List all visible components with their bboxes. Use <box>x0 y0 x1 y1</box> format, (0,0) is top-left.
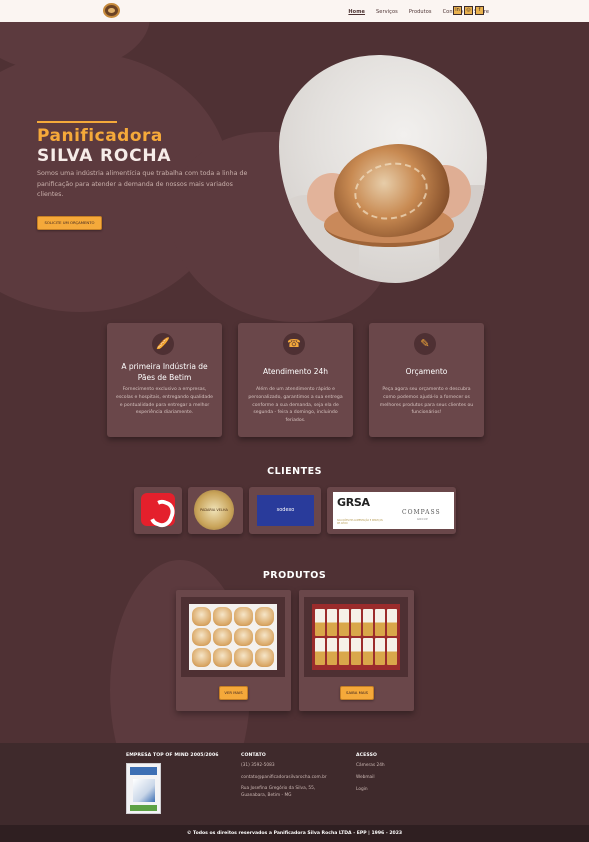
biscuit-pack <box>387 638 397 665</box>
bread-icon: 🥖 <box>152 333 174 355</box>
feature-card: ✎ Orçamento Peça agora seu orçamento e d… <box>369 323 484 437</box>
biscuit-rack <box>312 604 400 670</box>
copyright-bar: © Todos os direitos reservados a Panific… <box>0 825 589 842</box>
footer-phone[interactable]: (31) 3592-5083 <box>241 763 275 768</box>
compass-logo-text: COMPASS <box>402 509 441 516</box>
headset-icon: ☎ <box>283 333 305 355</box>
certificate-header <box>130 767 157 775</box>
bread-roll <box>213 648 232 667</box>
hero-bread-photo <box>279 55 487 283</box>
feature-title: A primeira Indústria de Pães de Betim <box>121 362 208 382</box>
biscuit-pack <box>375 638 385 665</box>
bread-roll <box>192 607 211 626</box>
feature-text: Além de um atendimento rápido e personal… <box>248 387 343 424</box>
biscuit-pack <box>351 638 361 665</box>
footer-address: Rua Josefina Gregório da Silva, 55, Guan… <box>241 786 316 798</box>
bread-roll <box>234 648 253 667</box>
feature-title: Atendimento 24h <box>262 367 329 376</box>
clients-title: CLIENTES <box>267 466 322 477</box>
biscuit-pack <box>327 609 337 636</box>
footer-award-title: EMPRESA TOP OF MIND 2005/2006 <box>126 753 219 758</box>
product-image-bread <box>181 597 285 677</box>
certificate-footer <box>130 805 157 811</box>
accent-line <box>37 121 117 123</box>
hero-section: Panificadora SILVA ROCHA Somos uma indús… <box>0 22 589 322</box>
linkedin-icon[interactable]: in <box>453 6 462 15</box>
footer-link-cameras[interactable]: Câmeras 24h <box>356 763 385 768</box>
hero-title-line2: SILVA ROCHA <box>37 146 172 166</box>
biscuit-pack <box>339 609 349 636</box>
feature-text: Peça agora seu orçamento e descubra como… <box>379 387 474 416</box>
biscuit-pack <box>315 638 325 665</box>
product-image-biscuits <box>304 597 408 677</box>
social-links: in ◎ f <box>453 6 484 15</box>
sesi-logo-icon <box>141 493 175 526</box>
quote-button[interactable]: SOLICITE UM ORÇAMENTO <box>37 216 102 230</box>
biscuit-pack <box>327 638 337 665</box>
bread-roll <box>255 648 274 667</box>
product-more-button[interactable]: VER MAIS <box>219 686 248 700</box>
bread-roll <box>255 607 274 626</box>
footer-link-webmail[interactable]: Webmail <box>356 775 375 780</box>
padaria-logo-icon: PADARIA VELHA <box>194 490 234 530</box>
product-more-button[interactable]: SAIBA MAIS <box>340 686 374 700</box>
facebook-icon[interactable]: f <box>475 6 484 15</box>
certificate-emblem <box>133 779 155 802</box>
client-logo-sodexo: sodexo <box>249 487 321 534</box>
biscuit-pack <box>375 609 385 636</box>
client-logo-padaria: PADARIA VELHA <box>188 487 243 534</box>
budget-icon: ✎ <box>414 333 436 355</box>
grsa-logo-icon: GRSA SOLUÇÕES EM ALIMENTAÇÃO E SERVIÇOS … <box>333 492 389 529</box>
grsa-logo-text: GRSA <box>337 496 370 509</box>
footer-email[interactable]: contato@panificadorasilvarocha.com.br <box>241 775 327 780</box>
bread-roll <box>234 627 253 647</box>
biscuit-pack <box>363 609 373 636</box>
products-title: PRODUTOS <box>262 570 327 581</box>
bread-roll <box>192 627 211 647</box>
feature-title: Orçamento <box>405 367 448 376</box>
client-logo-grsa-compass: GRSA SOLUÇÕES EM ALIMENTAÇÃO E SERVIÇOS … <box>327 487 456 534</box>
compass-logo-icon: COMPASS GROUP <box>389 492 454 529</box>
footer: EMPRESA TOP OF MIND 2005/2006 CONTATO (3… <box>0 743 589 825</box>
biscuit-pack <box>351 609 361 636</box>
feature-card: ☎ Atendimento 24h Além de um atendimento… <box>238 323 353 437</box>
nav-link-home[interactable]: Home <box>348 9 365 15</box>
footer-access-title: ACESSO <box>356 753 377 758</box>
top-navbar: Home Serviços Produtos Contato Sobre in … <box>0 0 589 22</box>
biscuit-pack <box>363 638 373 665</box>
client-logo-sesi <box>134 487 182 534</box>
award-certificate-image <box>126 763 161 814</box>
bread-roll <box>192 648 211 667</box>
nav-link-produtos[interactable]: Produtos <box>409 9 432 15</box>
bread-tray <box>189 604 277 670</box>
bread-roll <box>234 607 253 626</box>
bread-roll <box>213 607 232 626</box>
brand-logo-icon[interactable] <box>103 3 120 18</box>
instagram-icon[interactable]: ◎ <box>464 6 473 15</box>
bread-roll <box>255 627 274 647</box>
biscuit-pack <box>315 609 325 636</box>
footer-contact-title: CONTATO <box>241 753 266 758</box>
biscuit-pack <box>387 609 397 636</box>
grsa-logo-subtext: SOLUÇÕES EM ALIMENTAÇÃO E SERVIÇOS DE AP… <box>337 519 383 525</box>
nav-link-servicos[interactable]: Serviços <box>376 9 398 15</box>
hero-description: Somos uma indústria alimentícia que trab… <box>37 170 248 198</box>
footer-link-login[interactable]: Login <box>356 787 368 792</box>
biscuit-pack <box>339 638 349 665</box>
compass-logo-subtext: GROUP <box>417 518 429 521</box>
feature-text: Fornecimento exclusivo a empresas, escol… <box>116 387 213 416</box>
hero-title-line1: Panificadora <box>37 126 163 146</box>
product-card: VER MAIS <box>176 590 291 711</box>
sodexo-logo-icon: sodexo <box>257 495 314 526</box>
product-card: SAIBA MAIS <box>299 590 414 711</box>
feature-card: 🥖 A primeira Indústria de Pães de Betim … <box>107 323 222 437</box>
bread-roll <box>213 627 232 647</box>
